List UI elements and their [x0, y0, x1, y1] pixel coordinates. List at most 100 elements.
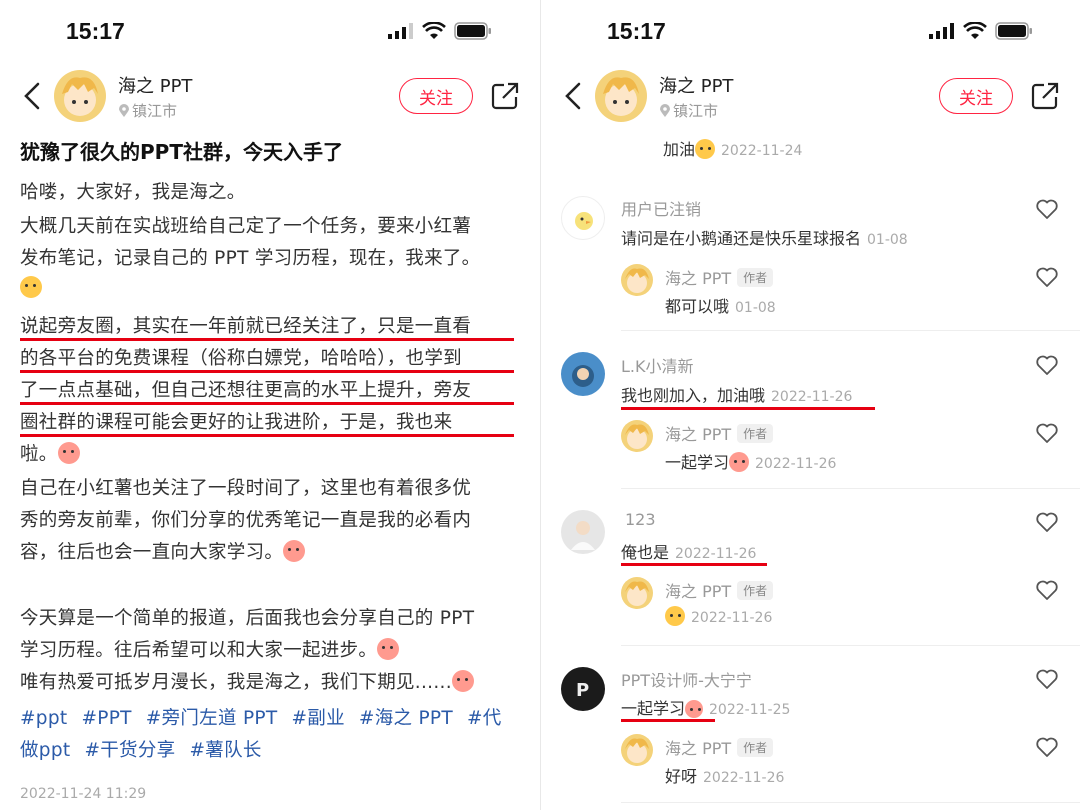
author-avatar[interactable]: [54, 70, 106, 122]
hashtag-link[interactable]: #代: [467, 708, 502, 729]
wifi-icon: [422, 22, 446, 39]
status-time: 15:17: [607, 18, 666, 44]
commenter-name[interactable]: 123: [625, 510, 656, 529]
reply-avatar[interactable]: [621, 734, 653, 766]
post-date: 2022-11-24 11:29: [20, 786, 147, 802]
hashtag-link[interactable]: #旁门左道 PPT: [146, 708, 278, 729]
post-line: 圈社群的课程可能会更好的让我进阶，于是，我也来: [20, 412, 453, 433]
muscle-emoji-icon: [695, 139, 716, 159]
comment-body: 一起学习: [621, 699, 686, 718]
comment-text[interactable]: 一起学习 2022-11-25: [621, 695, 790, 719]
like-heart-icon[interactable]: [1035, 422, 1059, 444]
crying-emoji-icon: [57, 442, 80, 464]
reply-avatar[interactable]: [621, 577, 653, 609]
commenter-avatar[interactable]: [561, 510, 605, 554]
status-time: 15:17: [66, 18, 125, 44]
hashtag-link[interactable]: #副业: [291, 708, 344, 729]
post-line-with-emoji: 学习历程。往后希望可以和大家一起进步。: [20, 636, 400, 662]
hashtag-link[interactable]: #PPT: [81, 708, 131, 729]
comment-divider: [621, 802, 1080, 803]
reply-text[interactable]: 2022-11-26: [665, 606, 772, 626]
back-icon[interactable]: [18, 78, 46, 114]
hashtag-link[interactable]: #薯队长: [189, 740, 261, 761]
comment-text[interactable]: 请问是在小鹅通还是快乐星球报名 01-08: [621, 225, 908, 249]
author-location: 镇江市: [118, 100, 177, 121]
hashtag-link[interactable]: #ppt: [20, 708, 67, 729]
location-text: 镇江市: [673, 102, 719, 120]
post-line-text: 啦。: [20, 444, 58, 465]
post-line-with-emoji: 啦。: [20, 440, 80, 466]
like-heart-icon[interactable]: [1035, 736, 1059, 758]
like-heart-icon[interactable]: [1035, 511, 1059, 533]
post-title: 犹豫了很久的PPT社群，今天入手了: [20, 140, 343, 164]
location-pin-icon: [660, 103, 670, 117]
back-icon[interactable]: [559, 78, 587, 114]
status-icons: [388, 22, 492, 40]
smile-emoji-icon: [283, 540, 306, 562]
like-heart-icon[interactable]: [1035, 354, 1059, 376]
pig-emoji-icon: [729, 452, 750, 472]
reply-author-name: 海之 PPT: [665, 269, 732, 288]
author-badge: 作者: [737, 738, 774, 757]
reply-date: 2022-11-26: [755, 456, 837, 472]
post-panel: 15:17 海之 PPT 镇江市 关注 犹豫了很久的PPT社群，今天入手了 哈喽…: [0, 0, 540, 810]
reply-date: 01-08: [735, 300, 776, 316]
hashtag-link[interactable]: #干货分享: [84, 740, 175, 761]
commenter-name[interactable]: 用户已注销: [621, 196, 701, 220]
reply-body: 都可以哦: [665, 297, 730, 316]
share-icon[interactable]: [490, 81, 520, 111]
post-line-text: 唯有热爱可抵岁月漫长，我是海之，我们下期见......: [20, 672, 452, 693]
post-header: 海之 PPT 镇江市 关注: [0, 62, 540, 128]
wave-emoji-icon: [451, 670, 474, 692]
author-avatar[interactable]: [595, 70, 647, 122]
like-heart-icon[interactable]: [1035, 579, 1059, 601]
comment-body: 我也刚加入，加油哦: [621, 386, 766, 405]
author-badge: 作者: [737, 268, 774, 287]
hashtag-link[interactable]: #海之 PPT: [359, 708, 453, 729]
commenter-name[interactable]: L.K小清新: [621, 353, 694, 377]
follow-button[interactable]: 关注: [399, 78, 473, 114]
highlight-underline: [20, 370, 514, 373]
status-icons: [929, 22, 1033, 40]
commenter-name[interactable]: PPT设计师-大宁宁: [621, 667, 752, 691]
author-name[interactable]: 海之 PPT: [118, 72, 192, 98]
comment-date: 2022-11-24: [721, 143, 803, 159]
status-bar: 15:17: [541, 0, 1080, 60]
commenter-avatar[interactable]: [561, 196, 605, 240]
comments-panel: 15:17 海之 PPT 镇江市 关注 加油 2022-11-24 用户已注销 请…: [541, 0, 1080, 810]
like-heart-icon[interactable]: [1035, 266, 1059, 288]
comment-divider: [621, 488, 1080, 489]
comment-date: 2022-11-26: [675, 546, 757, 562]
reply-text[interactable]: 好呀 2022-11-26: [665, 763, 784, 787]
hashtag-link[interactable]: 做ppt: [20, 740, 70, 761]
post-line-text: 容，往后也会一直向大家学习。: [20, 542, 284, 563]
commenter-avatar[interactable]: P: [561, 667, 605, 711]
reply-avatar[interactable]: [621, 264, 653, 296]
comment-text[interactable]: 俺也是 2022-11-26: [621, 539, 756, 563]
commenter-avatar[interactable]: [561, 352, 605, 396]
battery-icon: [995, 22, 1032, 40]
wifi-icon: [963, 22, 987, 39]
signal-icon: [929, 23, 954, 39]
post-line: 大概几天前在实战班给自己定了一个任务，要来小红薯: [20, 216, 472, 237]
reply-author[interactable]: 海之 PPT 作者: [665, 421, 774, 445]
comment-date: 01-08: [867, 232, 908, 248]
post-line: 的各平台的免费课程（俗称白嫖党，哈哈哈），也学到: [20, 348, 462, 369]
like-heart-icon[interactable]: [1035, 198, 1059, 220]
author-name[interactable]: 海之 PPT: [659, 72, 733, 98]
reply-text[interactable]: 一起学习 2022-11-26: [665, 449, 836, 473]
reply-author[interactable]: 海之 PPT 作者: [665, 735, 774, 759]
like-heart-icon[interactable]: [1035, 668, 1059, 690]
reply-date: 2022-11-26: [703, 770, 785, 786]
reply-text[interactable]: 都可以哦 01-08: [665, 293, 776, 317]
reply-avatar[interactable]: [621, 420, 653, 452]
follow-button[interactable]: 关注: [939, 78, 1013, 114]
highlight-underline: [621, 407, 875, 410]
share-icon[interactable]: [1030, 81, 1060, 111]
post-line-with-emoji: 容，往后也会一直向大家学习。: [20, 538, 306, 564]
battery-icon: [454, 22, 491, 40]
reply-date: 2022-11-26: [691, 610, 773, 626]
reply-author[interactable]: 海之 PPT 作者: [665, 578, 774, 602]
comment-text[interactable]: 我也刚加入，加油哦 2022-11-26: [621, 382, 852, 406]
reply-author[interactable]: 海之 PPT 作者: [665, 265, 774, 289]
